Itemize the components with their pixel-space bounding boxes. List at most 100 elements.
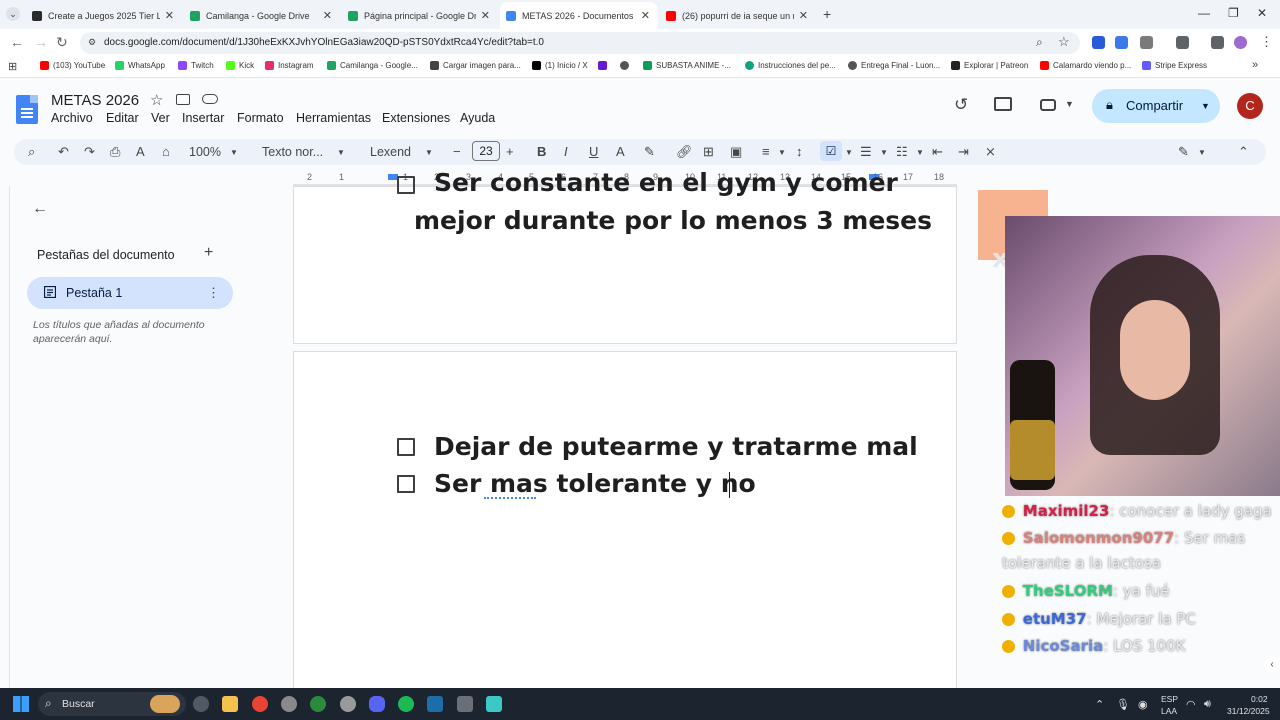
tab-search-button[interactable]: ⌄	[6, 7, 20, 21]
tray-overflow-icon[interactable]: ⌃	[1095, 698, 1104, 711]
avatar[interactable]: C	[1237, 93, 1263, 119]
chevron-down-icon[interactable]: ▼	[845, 148, 853, 157]
clock-date[interactable]: 31/12/2025	[1227, 706, 1270, 716]
menu-archivo[interactable]: Archivo	[51, 111, 93, 125]
close-panel-back-icon[interactable]: ←	[32, 200, 48, 218]
checklist-checkbox[interactable]	[397, 438, 415, 456]
taskbar-app-icon[interactable]	[310, 696, 326, 712]
bookmark-item[interactable]: Instrucciones del pe...	[745, 61, 836, 70]
language-bottom[interactable]: LAA	[1161, 706, 1177, 716]
document-page[interactable]	[293, 351, 957, 691]
increase-font-size-icon[interactable]: +	[506, 144, 514, 159]
clock-time[interactable]: 0:02	[1251, 694, 1268, 704]
side-panel-toggle-icon[interactable]: ‹	[1264, 657, 1280, 673]
zoom-icon[interactable]: ⌕	[1036, 35, 1043, 50]
star-icon[interactable]: ☆	[150, 91, 163, 109]
extension-icon[interactable]	[1092, 36, 1105, 49]
volume-icon[interactable]: 🔊︎	[1204, 698, 1211, 711]
zoom-select[interactable]: 100%	[189, 145, 221, 159]
close-window-icon[interactable]: ✕	[1257, 6, 1267, 20]
minimize-icon[interactable]: —	[1198, 6, 1210, 20]
checklist-item-text[interactable]: Dejar de putearme y tratarme mal	[434, 432, 918, 461]
checklist-checkbox[interactable]	[397, 176, 415, 194]
menu-extensiones[interactable]: Extensiones	[382, 111, 450, 125]
search-menus-icon[interactable]: ⌕	[28, 144, 35, 160]
chevron-down-icon[interactable]: ▼	[880, 148, 888, 157]
profile-icon[interactable]	[1234, 36, 1247, 49]
back-icon[interactable]: ←	[10, 34, 24, 50]
bookmark-item[interactable]: Cargar imagen para...	[430, 61, 521, 70]
menu-insertar[interactable]: Insertar	[182, 111, 224, 125]
browser-tab-active[interactable]: METAS 2026 - Documentos de ✕	[500, 2, 658, 29]
browser-tab[interactable]: Create a Juegos 2025 Tier List - ✕	[26, 2, 182, 29]
media-icon[interactable]	[1211, 36, 1224, 49]
more-bookmarks-icon[interactable]: »	[1252, 59, 1258, 71]
decrease-indent-icon[interactable]: ⇤	[932, 144, 943, 160]
bookmark-item[interactable]: SUBASTA ANIME -...	[643, 61, 731, 70]
underline-icon[interactable]: U	[589, 144, 598, 159]
forward-icon[interactable]: →	[34, 34, 48, 50]
numbered-list-icon[interactable]: ☷	[896, 144, 908, 160]
italic-icon[interactable]: I	[564, 144, 568, 159]
highlight-icon[interactable]: ✎	[644, 144, 655, 160]
microphone-icon[interactable]: 🎙︎	[1116, 698, 1130, 711]
spellcheck-icon[interactable]: A	[136, 144, 145, 159]
align-icon[interactable]: ≡	[762, 144, 770, 159]
notepad-icon[interactable]	[486, 696, 502, 712]
redo-icon[interactable]: ↷	[84, 144, 95, 160]
paint-format-icon[interactable]: ⌂	[162, 144, 170, 159]
checklist-icon[interactable]: ☑	[820, 141, 842, 161]
meet-icon[interactable]	[1040, 99, 1056, 111]
new-tab-icon[interactable]: +	[823, 6, 831, 22]
discord-icon[interactable]	[369, 696, 385, 712]
style-select[interactable]: Texto nor...	[262, 145, 323, 159]
restore-icon[interactable]: ❐	[1228, 6, 1239, 20]
chrome-icon[interactable]	[252, 696, 268, 712]
apps-grid-icon[interactable]: ⊞	[8, 60, 17, 73]
bookmark-item[interactable]	[620, 61, 633, 70]
undo-icon[interactable]: ↶	[58, 144, 69, 160]
clear-formatting-icon[interactable]: ⨯	[985, 144, 996, 160]
menu-herramientas[interactable]: Herramientas	[296, 111, 371, 125]
menu-formato[interactable]: Formato	[237, 111, 284, 125]
comments-icon[interactable]	[994, 97, 1012, 111]
extensions-puzzle-icon[interactable]	[1140, 36, 1153, 49]
font-select[interactable]: Lexend	[370, 145, 411, 159]
taskbar-app-icon[interactable]	[457, 696, 473, 712]
browser-menu-icon[interactable]: ⋮	[1260, 34, 1273, 50]
bookmark-item[interactable]: Explorar | Patreon	[951, 61, 1028, 70]
extension-icon[interactable]	[1115, 36, 1128, 49]
cloud-status-icon[interactable]	[202, 94, 218, 104]
close-icon[interactable]: ✕	[641, 9, 650, 22]
move-folder-icon[interactable]	[176, 94, 190, 105]
steam-icon[interactable]	[427, 696, 443, 712]
text-color-icon[interactable]: A	[616, 144, 625, 159]
increase-indent-icon[interactable]: ⇥	[958, 144, 969, 160]
tab-options-icon[interactable]: ⋮	[207, 285, 220, 301]
insert-image-icon[interactable]: ▣	[730, 144, 742, 160]
share-dropdown-icon[interactable]: ▼	[1201, 101, 1210, 111]
bookmark-item[interactable]: Calamardo viendo p...	[1040, 61, 1131, 70]
print-icon[interactable]: ⎙	[110, 144, 120, 160]
collapse-menus-icon[interactable]: ⌃	[1238, 144, 1249, 160]
bookmark-item[interactable]: Camilanga - Google...	[327, 61, 418, 70]
bulleted-list-icon[interactable]: ☰	[860, 144, 872, 160]
bookmark-item[interactable]: Instagram	[265, 61, 314, 70]
chevron-down-icon[interactable]: ▼	[230, 148, 238, 157]
tray-app-icon[interactable]: ◉	[1138, 698, 1148, 711]
version-history-icon[interactable]: ↺	[954, 95, 968, 115]
browser-tab[interactable]: Página principal - Google Drive ✕	[342, 2, 498, 29]
browser-tab[interactable]: Camilanga - Google Drive ✕	[184, 2, 340, 29]
bookmark-item[interactable]	[598, 61, 611, 70]
chevron-down-icon[interactable]: ▼	[916, 148, 924, 157]
menu-ayuda[interactable]: Ayuda	[460, 111, 495, 125]
close-icon[interactable]: ✕	[481, 9, 490, 22]
reload-icon[interactable]: ↻	[56, 34, 68, 51]
menu-ver[interactable]: Ver	[151, 111, 170, 125]
url-text[interactable]: docs.google.com/document/d/1J30heExKXJvh…	[104, 37, 544, 48]
chevron-down-icon[interactable]: ▼	[337, 148, 345, 157]
taskbar-app-icon[interactable]	[340, 696, 356, 712]
close-icon[interactable]: ✕	[323, 9, 332, 22]
document-title[interactable]: METAS 2026	[51, 92, 139, 109]
bold-icon[interactable]: B	[537, 144, 546, 159]
